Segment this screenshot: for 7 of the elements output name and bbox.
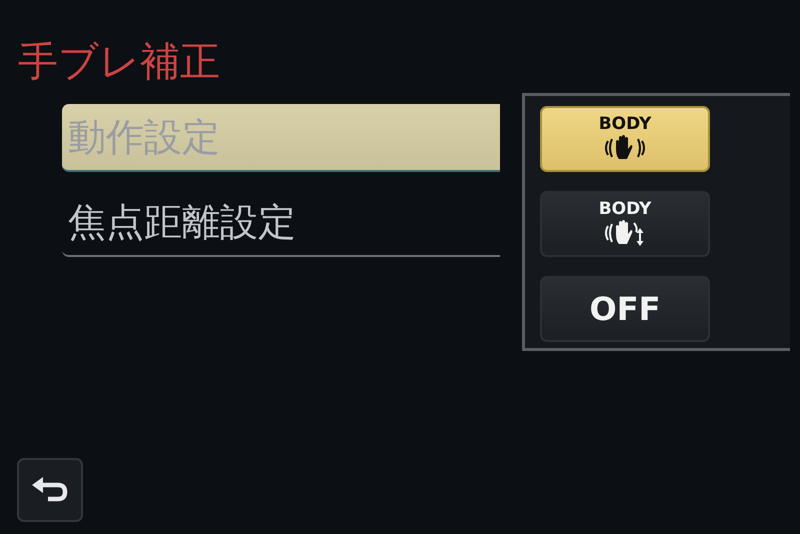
return-icon [30,476,70,504]
menu-title: 手ブレ補正 [18,38,221,87]
option-button[interactable]: BODY [540,106,710,172]
option-button[interactable]: OFF [540,276,710,342]
menu-item[interactable]: 焦点距離設定 [62,189,500,257]
back-button[interactable] [17,458,83,522]
option-button[interactable]: BODY [540,191,710,257]
